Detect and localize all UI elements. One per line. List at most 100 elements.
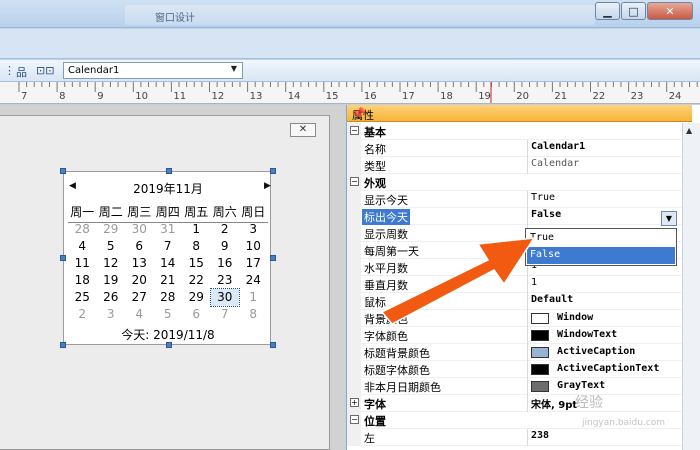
property-value[interactable]: Window — [557, 312, 593, 323]
calendar-day[interactable]: 5 — [97, 238, 126, 255]
next-month-icon[interactable]: ▶ — [264, 181, 271, 191]
collapse-icon[interactable]: − — [350, 415, 359, 424]
calendar-day[interactable]: 23 — [211, 272, 240, 289]
resize-handle-nw[interactable] — [60, 168, 66, 174]
minimize-button[interactable]: ▁ — [595, 2, 620, 20]
calendar-day[interactable]: 7 — [154, 238, 183, 255]
close-button[interactable]: ✕ — [647, 2, 693, 20]
calendar-day[interactable]: 3 — [239, 221, 268, 238]
calendar-day[interactable]: 8 — [239, 306, 268, 323]
maximize-button[interactable]: □ — [621, 2, 646, 20]
calendar-day[interactable]: 29 — [97, 221, 126, 238]
align-icon[interactable]: ⋮ — [4, 64, 15, 77]
calendar-day[interactable]: 17 — [239, 255, 268, 272]
calendar-day[interactable]: 10 — [239, 238, 268, 255]
calendar-day[interactable]: 25 — [68, 289, 97, 306]
component-selector[interactable]: Calendar1 ▼ — [63, 62, 243, 79]
property-name: 基本 — [364, 126, 386, 139]
calendar-day[interactable]: 4 — [68, 238, 97, 255]
dropdown-option[interactable]: False — [527, 247, 675, 264]
resize-handle-s[interactable] — [166, 342, 172, 348]
calendar-day[interactable]: 20 — [125, 272, 154, 289]
calendar-day[interactable]: 11 — [68, 255, 97, 272]
property-value[interactable]: Calendar — [531, 158, 579, 169]
resize-handle-n[interactable] — [166, 168, 172, 174]
property-row[interactable]: 显示今天 True — [347, 191, 682, 208]
dropdown-option[interactable]: True — [527, 230, 675, 247]
calendar-today-label[interactable]: 今天: 2019/11/8 — [64, 326, 272, 343]
calendar-day[interactable]: 2 — [211, 221, 240, 238]
watermark-logo: 经验 — [575, 395, 603, 411]
property-value[interactable]: ActiveCaption — [557, 346, 635, 357]
property-row[interactable]: 标题背景颜色 ActiveCaption — [347, 344, 682, 361]
expand-icon[interactable]: + — [350, 398, 359, 407]
calendar-day[interactable]: 31 — [154, 221, 183, 238]
calendar-day[interactable]: 29 — [182, 289, 211, 306]
property-category[interactable]: + 字体 宋体, 9pt — [347, 395, 682, 412]
resize-handle-w[interactable] — [60, 255, 66, 261]
calendar-day[interactable]: 8 — [182, 238, 211, 255]
property-row[interactable]: 左 238 — [347, 429, 682, 446]
calendar-control[interactable]: ◀ 2019年11月 ▶ 周一 周二 周三 周四 周五 周六 周日 28 29 30 31 1 2 3 4 5… — [63, 171, 271, 345]
calendar-day[interactable]: 28 — [68, 221, 97, 238]
property-value[interactable]: True — [531, 192, 555, 203]
calendar-day[interactable]: 28 — [154, 289, 183, 306]
dropdown-button[interactable]: ▼ — [661, 211, 677, 226]
calendar-day[interactable]: 6 — [182, 306, 211, 323]
collapse-icon[interactable]: − — [350, 177, 359, 186]
pin-icon[interactable]: 📌 — [352, 107, 366, 120]
calendar-day[interactable]: 21 — [154, 272, 183, 289]
toolbar-band — [0, 29, 700, 59]
chevron-down-icon[interactable]: ▼ — [228, 64, 240, 77]
property-value[interactable]: False — [531, 209, 561, 220]
calendar-day[interactable]: 4 — [125, 306, 154, 323]
calendar-day[interactable]: 16 — [211, 255, 240, 272]
calendar-day[interactable]: 3 — [97, 306, 126, 323]
property-value[interactable]: WindowText — [557, 329, 617, 340]
calendar-day[interactable]: 19 — [97, 272, 126, 289]
calendar-day[interactable]: 14 — [154, 255, 183, 272]
property-row[interactable]: 名称 Calendar1 — [347, 140, 682, 157]
property-value[interactable]: 238 — [531, 430, 549, 441]
scroll-up-icon[interactable]: ▲ — [686, 126, 692, 135]
property-category[interactable]: − 基本 — [347, 123, 682, 140]
ruler: 7 8 9 10 11 12 13 14 15 16 17 18 19 20 21 22 23 24 — [0, 82, 700, 104]
calendar-day[interactable]: 2 — [68, 306, 97, 323]
calendar-day[interactable]: 1 — [239, 289, 268, 306]
calendar-day[interactable]: 26 — [97, 289, 126, 306]
calendar-day[interactable]: 22 — [182, 272, 211, 289]
property-category[interactable]: − 外观 — [347, 174, 682, 191]
ruler-label: 18 — [440, 91, 453, 102]
calendar-day[interactable]: 15 — [182, 255, 211, 272]
calendar-day[interactable]: 24 — [239, 272, 268, 289]
calendar-day[interactable]: 30 — [209, 288, 240, 307]
resize-handle-sw[interactable] — [60, 342, 66, 348]
distribute-icon[interactable]: ⊡⊡ — [36, 64, 54, 77]
calendar-week-row: 11 12 13 14 15 16 17 — [68, 255, 268, 272]
property-value[interactable]: ActiveCaptionText — [557, 363, 659, 374]
property-value[interactable]: Calendar1 — [531, 141, 585, 152]
calendar-day[interactable]: 12 — [97, 255, 126, 272]
collapse-icon[interactable]: − — [350, 126, 359, 135]
properties-scrollbar[interactable]: ▲ — [682, 123, 700, 450]
resize-handle-se[interactable] — [270, 342, 276, 348]
resize-handle-e[interactable] — [270, 255, 276, 261]
form-close-icon[interactable]: ✕ — [290, 123, 316, 137]
property-row[interactable]: 非本月日期颜色 GrayText — [347, 378, 682, 395]
calendar-day[interactable]: 1 — [182, 221, 211, 238]
calendar-day[interactable]: 9 — [211, 238, 240, 255]
weekday-label: 周四 — [155, 205, 180, 219]
group-icon[interactable]: 品 — [16, 64, 27, 80]
calendar-day[interactable]: 7 — [211, 306, 240, 323]
resize-handle-ne[interactable] — [270, 168, 276, 174]
calendar-day[interactable]: 6 — [125, 238, 154, 255]
calendar-day[interactable]: 18 — [68, 272, 97, 289]
calendar-day[interactable]: 5 — [154, 306, 183, 323]
property-value[interactable]: 宋体, 9pt — [531, 396, 577, 411]
property-value[interactable]: GrayText — [557, 380, 605, 391]
property-row[interactable]: 标题字体颜色 ActiveCaptionText — [347, 361, 682, 378]
property-row[interactable]: 类型 Calendar — [347, 157, 682, 174]
calendar-day[interactable]: 27 — [125, 289, 154, 306]
calendar-day[interactable]: 30 — [125, 221, 154, 238]
calendar-day[interactable]: 13 — [125, 255, 154, 272]
